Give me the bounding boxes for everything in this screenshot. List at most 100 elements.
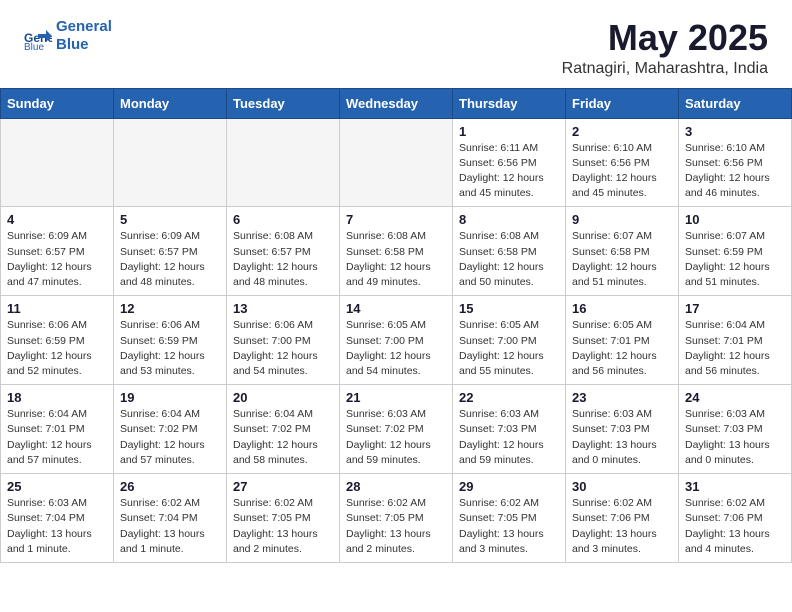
calendar-subtitle: Ratnagiri, Maharashtra, India bbox=[562, 60, 768, 78]
calendar-cell bbox=[1, 118, 114, 207]
day-number: 4 bbox=[7, 212, 107, 227]
day-info: Sunrise: 6:02 AM Sunset: 7:06 PM Dayligh… bbox=[572, 496, 672, 557]
day-info: Sunrise: 6:11 AM Sunset: 6:56 PM Dayligh… bbox=[459, 141, 559, 202]
calendar-cell: 22Sunrise: 6:03 AM Sunset: 7:03 PM Dayli… bbox=[453, 385, 566, 474]
week-row-2: 4 Sunrise: 6:09 AM Sunset: 6:57 PM Daylig… bbox=[1, 207, 792, 296]
day-header-row: SundayMondayTuesdayWednesdayThursdayFrid… bbox=[1, 88, 792, 118]
day-number: 26 bbox=[120, 479, 220, 494]
calendar-cell: 13 Sunrise: 6:06 AM Sunset: 7:00 PM Dayli… bbox=[227, 296, 340, 385]
day-info: Sunrise: 6:07 AM Sunset: 6:59 PM Dayligh… bbox=[685, 229, 785, 290]
calendar-cell: 17 Sunrise: 6:04 AM Sunset: 7:01 PM Dayli… bbox=[679, 296, 792, 385]
day-info: Sunrise: 6:10 AM Sunset: 6:56 PM Dayligh… bbox=[572, 141, 672, 202]
day-number: 11 bbox=[7, 301, 107, 316]
calendar-cell: 2Sunrise: 6:10 AM Sunset: 6:56 PM Daylig… bbox=[566, 118, 679, 207]
day-number: 23 bbox=[572, 390, 672, 405]
logo: General Blue General Blue bbox=[24, 18, 112, 54]
calendar-cell: 9 Sunrise: 6:07 AM Sunset: 6:58 PM Daylig… bbox=[566, 207, 679, 296]
day-header-sunday: Sunday bbox=[1, 88, 114, 118]
day-info: Sunrise: 6:03 AM Sunset: 7:02 PM Dayligh… bbox=[346, 407, 446, 468]
day-info: Sunrise: 6:03 AM Sunset: 7:03 PM Dayligh… bbox=[685, 407, 785, 468]
day-info: Sunrise: 6:04 AM Sunset: 7:01 PM Dayligh… bbox=[685, 318, 785, 379]
calendar-cell: 26 Sunrise: 6:02 AM Sunset: 7:04 PM Dayli… bbox=[114, 474, 227, 563]
day-header-friday: Friday bbox=[566, 88, 679, 118]
calendar-cell: 28 Sunrise: 6:02 AM Sunset: 7:05 PM Dayli… bbox=[340, 474, 453, 563]
calendar-title: May 2025 bbox=[562, 18, 768, 58]
calendar-cell: 3 Sunrise: 6:10 AM Sunset: 6:56 PM Daylig… bbox=[679, 118, 792, 207]
day-info: Sunrise: 6:03 AM Sunset: 7:03 PM Dayligh… bbox=[572, 407, 672, 468]
day-info: Sunrise: 6:02 AM Sunset: 7:06 PM Dayligh… bbox=[685, 496, 785, 557]
day-info: Sunrise: 6:09 AM Sunset: 6:57 PM Dayligh… bbox=[120, 229, 220, 290]
day-number: 3 bbox=[685, 124, 785, 139]
calendar-cell: 14 Sunrise: 6:05 AM Sunset: 7:00 PM Dayli… bbox=[340, 296, 453, 385]
day-info: Sunrise: 6:02 AM Sunset: 7:04 PM Dayligh… bbox=[120, 496, 220, 557]
calendar-cell: 6Sunrise: 6:08 AM Sunset: 6:57 PM Daylig… bbox=[227, 207, 340, 296]
week-row-3: 11 Sunrise: 6:06 AM Sunset: 6:59 PM Dayli… bbox=[1, 296, 792, 385]
calendar-cell: 21 Sunrise: 6:03 AM Sunset: 7:02 PM Dayli… bbox=[340, 385, 453, 474]
day-info: Sunrise: 6:06 AM Sunset: 6:59 PM Dayligh… bbox=[7, 318, 107, 379]
calendar-cell: 24Sunrise: 6:03 AM Sunset: 7:03 PM Dayli… bbox=[679, 385, 792, 474]
day-number: 17 bbox=[685, 301, 785, 316]
day-number: 31 bbox=[685, 479, 785, 494]
day-info: Sunrise: 6:02 AM Sunset: 7:05 PM Dayligh… bbox=[346, 496, 446, 557]
calendar-cell bbox=[227, 118, 340, 207]
day-number: 16 bbox=[572, 301, 672, 316]
week-row-1: 1Sunrise: 6:11 AM Sunset: 6:56 PM Daylig… bbox=[1, 118, 792, 207]
day-header-thursday: Thursday bbox=[453, 88, 566, 118]
calendar-cell: 29 Sunrise: 6:02 AM Sunset: 7:05 PM Dayli… bbox=[453, 474, 566, 563]
day-number: 5 bbox=[120, 212, 220, 227]
day-number: 28 bbox=[346, 479, 446, 494]
calendar-cell: 20 Sunrise: 6:04 AM Sunset: 7:02 PM Dayli… bbox=[227, 385, 340, 474]
day-info: Sunrise: 6:09 AM Sunset: 6:57 PM Dayligh… bbox=[7, 229, 107, 290]
svg-text:Blue: Blue bbox=[24, 42, 44, 50]
day-info: Sunrise: 6:05 AM Sunset: 7:01 PM Dayligh… bbox=[572, 318, 672, 379]
day-info: Sunrise: 6:04 AM Sunset: 7:02 PM Dayligh… bbox=[120, 407, 220, 468]
day-number: 25 bbox=[7, 479, 107, 494]
calendar-cell: 12Sunrise: 6:06 AM Sunset: 6:59 PM Dayli… bbox=[114, 296, 227, 385]
day-number: 29 bbox=[459, 479, 559, 494]
day-info: Sunrise: 6:06 AM Sunset: 7:00 PM Dayligh… bbox=[233, 318, 333, 379]
day-info: Sunrise: 6:10 AM Sunset: 6:56 PM Dayligh… bbox=[685, 141, 785, 202]
day-info: Sunrise: 6:02 AM Sunset: 7:05 PM Dayligh… bbox=[233, 496, 333, 557]
calendar-cell: 30 Sunrise: 6:02 AM Sunset: 7:06 PM Dayli… bbox=[566, 474, 679, 563]
calendar-cell: 25 Sunrise: 6:03 AM Sunset: 7:04 PM Dayli… bbox=[1, 474, 114, 563]
day-info: Sunrise: 6:05 AM Sunset: 7:00 PM Dayligh… bbox=[459, 318, 559, 379]
day-info: Sunrise: 6:08 AM Sunset: 6:58 PM Dayligh… bbox=[346, 229, 446, 290]
day-info: Sunrise: 6:02 AM Sunset: 7:05 PM Dayligh… bbox=[459, 496, 559, 557]
week-row-4: 18Sunrise: 6:04 AM Sunset: 7:01 PM Dayli… bbox=[1, 385, 792, 474]
day-info: Sunrise: 6:03 AM Sunset: 7:04 PM Dayligh… bbox=[7, 496, 107, 557]
day-number: 7 bbox=[346, 212, 446, 227]
day-info: Sunrise: 6:05 AM Sunset: 7:00 PM Dayligh… bbox=[346, 318, 446, 379]
calendar-cell: 7 Sunrise: 6:08 AM Sunset: 6:58 PM Daylig… bbox=[340, 207, 453, 296]
day-header-monday: Monday bbox=[114, 88, 227, 118]
day-info: Sunrise: 6:04 AM Sunset: 7:02 PM Dayligh… bbox=[233, 407, 333, 468]
logo-icon: General Blue bbox=[24, 22, 52, 50]
day-info: Sunrise: 6:08 AM Sunset: 6:57 PM Dayligh… bbox=[233, 229, 333, 290]
day-number: 20 bbox=[233, 390, 333, 405]
day-info: Sunrise: 6:06 AM Sunset: 6:59 PM Dayligh… bbox=[120, 318, 220, 379]
calendar-cell: 10 Sunrise: 6:07 AM Sunset: 6:59 PM Dayli… bbox=[679, 207, 792, 296]
day-header-saturday: Saturday bbox=[679, 88, 792, 118]
day-number: 8 bbox=[459, 212, 559, 227]
calendar-cell: 8Sunrise: 6:08 AM Sunset: 6:58 PM Daylig… bbox=[453, 207, 566, 296]
day-info: Sunrise: 6:03 AM Sunset: 7:03 PM Dayligh… bbox=[459, 407, 559, 468]
title-block: May 2025 Ratnagiri, Maharashtra, India bbox=[562, 18, 768, 78]
calendar-cell: 27 Sunrise: 6:02 AM Sunset: 7:05 PM Dayli… bbox=[227, 474, 340, 563]
day-info: Sunrise: 6:07 AM Sunset: 6:58 PM Dayligh… bbox=[572, 229, 672, 290]
day-number: 9 bbox=[572, 212, 672, 227]
calendar-cell bbox=[340, 118, 453, 207]
day-header-wednesday: Wednesday bbox=[340, 88, 453, 118]
day-number: 13 bbox=[233, 301, 333, 316]
calendar-cell: 18Sunrise: 6:04 AM Sunset: 7:01 PM Dayli… bbox=[1, 385, 114, 474]
day-info: Sunrise: 6:04 AM Sunset: 7:01 PM Dayligh… bbox=[7, 407, 107, 468]
day-number: 10 bbox=[685, 212, 785, 227]
day-number: 27 bbox=[233, 479, 333, 494]
header: General Blue General Blue May 2025 Ratna… bbox=[0, 0, 792, 88]
day-number: 30 bbox=[572, 479, 672, 494]
day-number: 21 bbox=[346, 390, 446, 405]
calendar-cell: 4 Sunrise: 6:09 AM Sunset: 6:57 PM Daylig… bbox=[1, 207, 114, 296]
calendar-cell: 16 Sunrise: 6:05 AM Sunset: 7:01 PM Dayli… bbox=[566, 296, 679, 385]
day-number: 15 bbox=[459, 301, 559, 316]
calendar-cell: 23 Sunrise: 6:03 AM Sunset: 7:03 PM Dayli… bbox=[566, 385, 679, 474]
week-row-5: 25 Sunrise: 6:03 AM Sunset: 7:04 PM Dayli… bbox=[1, 474, 792, 563]
day-number: 14 bbox=[346, 301, 446, 316]
